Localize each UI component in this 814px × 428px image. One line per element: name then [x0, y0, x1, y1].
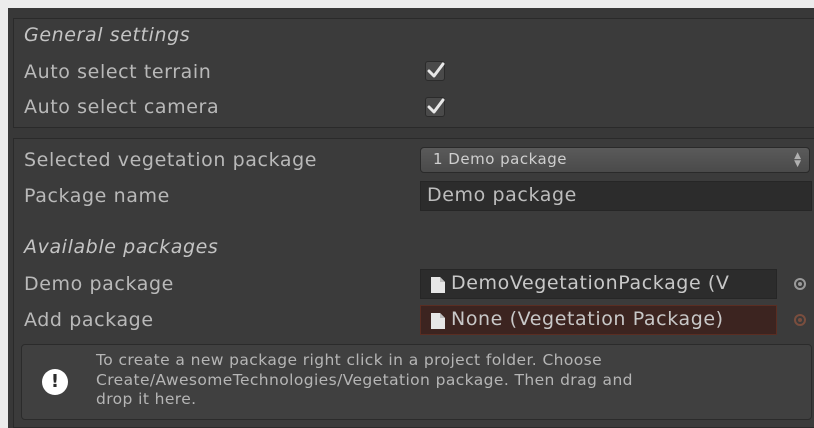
document-icon [431, 313, 445, 329]
add-package-object-value: None (Vegetation Package) [451, 308, 724, 330]
selected-vegetation-package-label: Selected vegetation package [24, 149, 318, 171]
package-name-label: Package name [24, 185, 170, 207]
general-settings-heading: General settings [24, 24, 191, 46]
package-name-input[interactable]: Demo package [420, 181, 812, 211]
add-package-label: Add package [24, 309, 154, 331]
help-text-line: To create a new package right click in a… [96, 351, 603, 369]
help-text: To create a new package right click in a… [96, 351, 796, 410]
add-package-object-field[interactable]: None (Vegetation Package) [420, 305, 777, 335]
demo-package-object-field[interactable]: DemoVegetationPackage (V [420, 269, 777, 299]
help-box: ! To create a new package right click in… [21, 344, 812, 420]
package-name-value: Demo package [427, 184, 577, 206]
checkmark-icon [427, 62, 445, 78]
document-icon [431, 277, 445, 293]
info-icon: ! [42, 369, 68, 395]
dropdown-arrows-icon: ▲ ▼ [794, 151, 801, 169]
demo-package-label: Demo package [24, 273, 174, 295]
auto-select-camera-checkbox[interactable] [425, 97, 445, 117]
auto-select-terrain-label: Auto select terrain [24, 61, 212, 83]
vegetation-package-dropdown[interactable]: 1 Demo package ▲ ▼ [420, 147, 810, 173]
checkmark-icon [427, 98, 445, 114]
object-picker-icon[interactable] [794, 278, 806, 290]
vegetation-package-dropdown-value: 1 Demo package [433, 150, 567, 168]
object-picker-icon[interactable] [794, 314, 806, 326]
auto-select-terrain-checkbox[interactable] [425, 61, 445, 81]
help-text-line: drop it here. [96, 390, 197, 408]
help-text-line: Create/AwesomeTechnologies/Vegetation pa… [96, 370, 633, 389]
auto-select-camera-label: Auto select camera [24, 96, 220, 118]
demo-package-object-value: DemoVegetationPackage (V [451, 272, 730, 294]
available-packages-heading: Available packages [24, 236, 219, 258]
